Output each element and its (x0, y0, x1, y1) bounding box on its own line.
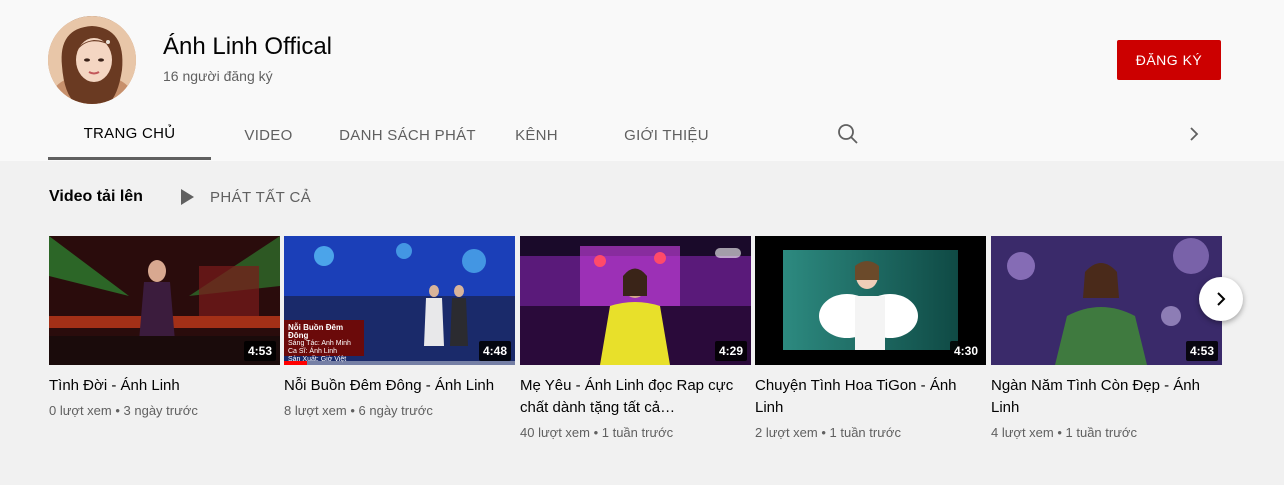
tab-about[interactable]: GIỚI THIỆU (584, 110, 749, 160)
subscribe-button[interactable]: ĐĂNG KÝ (1117, 40, 1221, 80)
video-title[interactable]: Nỗi Buồn Đêm Đông - Ánh Linh (284, 375, 509, 397)
video-thumbnail[interactable]: Nỗi Buồn Đêm Đông Sáng Tác: Anh Minh Ca … (284, 236, 515, 365)
video-thumbnail[interactable]: 4:30 (755, 236, 986, 365)
thumbnail-caption: Nỗi Buồn Đêm Đông Sáng Tác: Anh Minh Ca … (288, 324, 360, 364)
video-thumbnail[interactable]: 4:53 (49, 236, 280, 365)
channel-tabs: TRANG CHỦ VIDEO DANH SÁCH PHÁT KÊNH GIỚI… (48, 110, 749, 160)
tab-videos[interactable]: VIDEO (211, 110, 326, 160)
video-card[interactable]: 4:53 Tình Đời - Ánh Linh 0 lượt xem • 3 … (49, 236, 280, 418)
chevron-right-icon[interactable] (1184, 124, 1204, 144)
chevron-right-icon (1217, 292, 1226, 306)
tab-playlists[interactable]: DANH SÁCH PHÁT (326, 110, 489, 160)
video-title[interactable]: Ngàn Năm Tình Còn Đẹp - Ánh Linh (991, 375, 1216, 419)
video-duration: 4:53 (243, 341, 276, 361)
caption-title: Nỗi Buồn Đêm Đông (288, 323, 344, 340)
subscriber-count: 16 người đăng ký (163, 68, 273, 84)
channel-name: Ánh Linh Offical (163, 33, 332, 60)
tab-channels[interactable]: KÊNH (489, 110, 584, 160)
video-card[interactable]: 4:53 Ngàn Năm Tình Còn Đẹp - Ánh Linh 4 … (991, 236, 1222, 440)
video-title[interactable]: Tình Đời - Ánh Linh (49, 375, 274, 397)
video-meta: 8 lượt xem • 6 ngày trước (284, 403, 433, 418)
caption-line: Ca Sĩ: Ánh Linh (288, 348, 338, 355)
video-meta: 0 lượt xem • 3 ngày trước (49, 403, 198, 418)
caption-line: Sáng Tác: Anh Minh (288, 340, 351, 347)
video-duration: 4:53 (1185, 341, 1218, 361)
tab-home[interactable]: TRANG CHỦ (48, 110, 211, 160)
video-meta: 2 lượt xem • 1 tuần trước (755, 425, 901, 440)
section-title: Video tải lên (49, 188, 143, 205)
play-all-button[interactable]: PHÁT TẤT CẢ (178, 187, 311, 207)
video-thumbnail[interactable]: 4:29 (520, 236, 751, 365)
video-title[interactable]: Mẹ Yêu - Ánh Linh đọc Rap cực chất dành … (520, 375, 745, 419)
channel-avatar[interactable] (48, 16, 136, 104)
play-all-label: PHÁT TẤT CẢ (210, 188, 312, 206)
video-duration: 4:29 (714, 341, 747, 361)
watch-progress (284, 361, 308, 365)
video-meta: 40 lượt xem • 1 tuần trước (520, 425, 674, 440)
watch-progress-track (284, 361, 515, 365)
video-duration: 4:30 (949, 341, 982, 361)
video-meta: 4 lượt xem • 1 tuần trước (991, 425, 1137, 440)
carousel-next-button[interactable] (1199, 277, 1243, 321)
video-thumbnail[interactable]: 4:53 (991, 236, 1222, 365)
play-icon (181, 189, 194, 205)
video-card[interactable]: 4:30 Chuyện Tình Hoa TiGon - Ánh Linh 2 … (755, 236, 986, 440)
video-duration: 4:48 (478, 341, 511, 361)
search-icon[interactable] (836, 122, 860, 146)
video-card[interactable]: Nỗi Buồn Đêm Đông Sáng Tác: Anh Minh Ca … (284, 236, 515, 418)
video-card[interactable]: 4:29 Mẹ Yêu - Ánh Linh đọc Rap cực chất … (520, 236, 751, 440)
video-title[interactable]: Chuyện Tình Hoa TiGon - Ánh Linh (755, 375, 980, 419)
